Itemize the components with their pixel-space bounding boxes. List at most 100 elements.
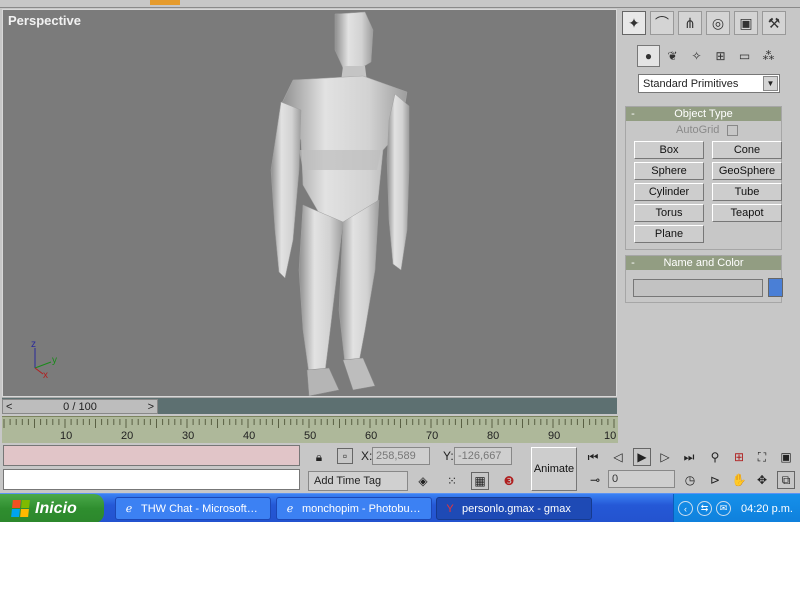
autogrid-label: AutoGrid: [676, 124, 720, 136]
viewport-label[interactable]: Perspective: [8, 13, 81, 28]
time-slider[interactable]: < 0 / 100 >: [2, 397, 617, 414]
object-name-field[interactable]: [633, 279, 763, 297]
add-time-tag-button[interactable]: Add Time Tag: [308, 471, 408, 491]
tick-label: 50: [304, 430, 317, 442]
go-to-end-icon[interactable]: ⏭: [680, 448, 698, 466]
percent-snap-icon[interactable]: ❸: [500, 472, 518, 490]
time-slider-thumb[interactable]: < 0 / 100 >: [2, 399, 158, 414]
tick-label: 20: [121, 430, 134, 442]
command-panel-tabs: ✦ ⌒ ⋔ ◎ ▣ ⚒: [619, 9, 800, 37]
y-coord-label: Y:: [443, 449, 454, 463]
taskbar-item-gmax[interactable]: Y personlo.gmax - gmax: [436, 497, 592, 520]
selection-filter-icon[interactable]: ◈: [414, 472, 432, 490]
collapse-icon[interactable]: -: [626, 108, 640, 120]
key-mode-icon[interactable]: ⊸: [586, 471, 604, 489]
name-and-color-rollout: - Name and Color: [625, 255, 783, 303]
axis-z-label: z: [31, 339, 36, 350]
tick-label: 10: [604, 430, 617, 442]
sphere-button[interactable]: Sphere: [634, 162, 704, 180]
tick-label: 30: [182, 430, 195, 442]
hierarchy-tab-icon[interactable]: ⋔: [678, 11, 702, 35]
windows-taskbar: Inicio ℯ THW Chat - Microsoft… ℯ monchop…: [0, 493, 800, 522]
play-icon[interactable]: ▶: [633, 448, 651, 466]
utilities-tab-icon[interactable]: ⚒: [762, 11, 786, 35]
lights-icon[interactable]: ✧: [685, 45, 708, 67]
start-label: Inicio: [35, 499, 77, 517]
x-coord-field[interactable]: 258,589: [372, 447, 430, 465]
current-frame-field[interactable]: 0: [608, 470, 675, 488]
snap-toggle-icon[interactable]: ⁙: [443, 472, 461, 490]
collapse-icon[interactable]: -: [626, 257, 640, 269]
spacewarps-icon[interactable]: ⁂: [757, 45, 780, 67]
previous-frame-icon[interactable]: ◁: [609, 448, 627, 466]
arc-rotate-icon[interactable]: ✥: [753, 471, 771, 489]
angle-snap-icon[interactable]: ▦: [471, 472, 489, 490]
teapot-button[interactable]: Teapot: [712, 204, 782, 222]
taskbar-item-thw-chat[interactable]: ℯ THW Chat - Microsoft…: [115, 497, 271, 520]
helpers-icon[interactable]: ▭: [733, 45, 756, 67]
shapes-icon[interactable]: ❦: [661, 45, 684, 67]
chevron-down-icon[interactable]: ▼: [763, 76, 778, 91]
zoom-extents-all-icon[interactable]: ▣: [777, 448, 795, 466]
go-to-start-icon[interactable]: ⏮: [584, 448, 602, 466]
perspective-viewport[interactable]: Perspective z y x: [2, 9, 617, 397]
name-and-color-title: Name and Color: [663, 257, 744, 269]
time-config-icon[interactable]: ◷: [681, 471, 699, 489]
x-coord-label: X:: [361, 449, 373, 463]
windows-logo-icon: [11, 500, 30, 517]
maximize-viewport-icon[interactable]: ⧉: [777, 471, 795, 489]
cone-button[interactable]: Cone: [712, 141, 782, 159]
taskbar-item-label: personlo.gmax - gmax: [462, 502, 571, 515]
ie-icon: ℯ: [286, 503, 294, 515]
next-frame-button[interactable]: >: [148, 401, 154, 413]
tick-label: 90: [548, 430, 561, 442]
create-categories: ● ❦ ✧ ⊞ ▭ ⁂: [637, 45, 780, 67]
tube-button[interactable]: Tube: [712, 183, 782, 201]
geosphere-button[interactable]: GeoSphere: [712, 162, 782, 180]
ie-icon: ℯ: [125, 503, 133, 515]
taskbar-item-label: THW Chat - Microsoft…: [141, 502, 258, 515]
display-tab-icon[interactable]: ▣: [734, 11, 758, 35]
absolute-mode-icon[interactable]: ▫: [337, 448, 353, 464]
tray-expand-icon[interactable]: ‹: [678, 501, 693, 516]
taskbar-item-photobucket[interactable]: ℯ monchopim - Photobu…: [276, 497, 432, 520]
network-icon[interactable]: ⇆: [697, 501, 712, 516]
object-type-rollout: - Object Type AutoGrid Box Cone Sphere G…: [625, 106, 782, 250]
modify-tab-icon[interactable]: ⌒: [650, 11, 674, 35]
lock-icon[interactable]: 🔒︎: [310, 448, 328, 466]
box-button[interactable]: Box: [634, 141, 704, 159]
motion-tab-icon[interactable]: ◎: [706, 11, 730, 35]
tick-label: 80: [487, 430, 500, 442]
pan-hand-icon[interactable]: ✋: [730, 471, 748, 489]
cameras-icon[interactable]: ⊞: [709, 45, 732, 67]
name-and-color-header[interactable]: - Name and Color: [626, 256, 781, 270]
torus-button[interactable]: Torus: [634, 204, 704, 222]
object-color-swatch[interactable]: [768, 278, 783, 297]
track-bar[interactable]: 10 20 30 40 50 60 70 80 90 10: [2, 414, 618, 443]
zoom-icon[interactable]: ⚲: [706, 448, 724, 466]
zoom-extents-icon[interactable]: ⛶: [753, 448, 771, 466]
primitives-dropdown[interactable]: Standard Primitives ▼: [638, 74, 780, 93]
next-frame-icon[interactable]: ▷: [656, 448, 674, 466]
zoom-all-icon[interactable]: ⊞: [730, 448, 748, 466]
autogrid-checkbox[interactable]: [727, 124, 739, 136]
start-button[interactable]: Inicio: [0, 494, 104, 522]
geometry-icon[interactable]: ●: [637, 45, 660, 67]
object-type-title: Object Type: [674, 108, 733, 120]
tick-label: 60: [365, 430, 378, 442]
track-ruler[interactable]: 10 20 30 40 50 60 70 80 90 10: [2, 416, 618, 443]
maxscript-listener-field[interactable]: [3, 445, 300, 466]
ruler-ticks: [3, 419, 615, 428]
object-type-header[interactable]: - Object Type: [626, 107, 781, 121]
messenger-icon[interactable]: ✉: [716, 501, 731, 516]
active-menu-highlight: [150, 0, 180, 5]
field-of-view-icon[interactable]: ⊳: [706, 471, 724, 489]
cylinder-button[interactable]: Cylinder: [634, 183, 704, 201]
create-tab-icon[interactable]: ✦: [622, 11, 646, 35]
character-model: [270, 11, 410, 396]
prompt-line-field[interactable]: [3, 469, 300, 490]
animate-button[interactable]: Animate: [531, 447, 577, 491]
plane-button[interactable]: Plane: [634, 225, 704, 243]
y-coord-field[interactable]: -126,667: [454, 447, 512, 465]
primitives-dropdown-value: Standard Primitives: [643, 77, 739, 90]
